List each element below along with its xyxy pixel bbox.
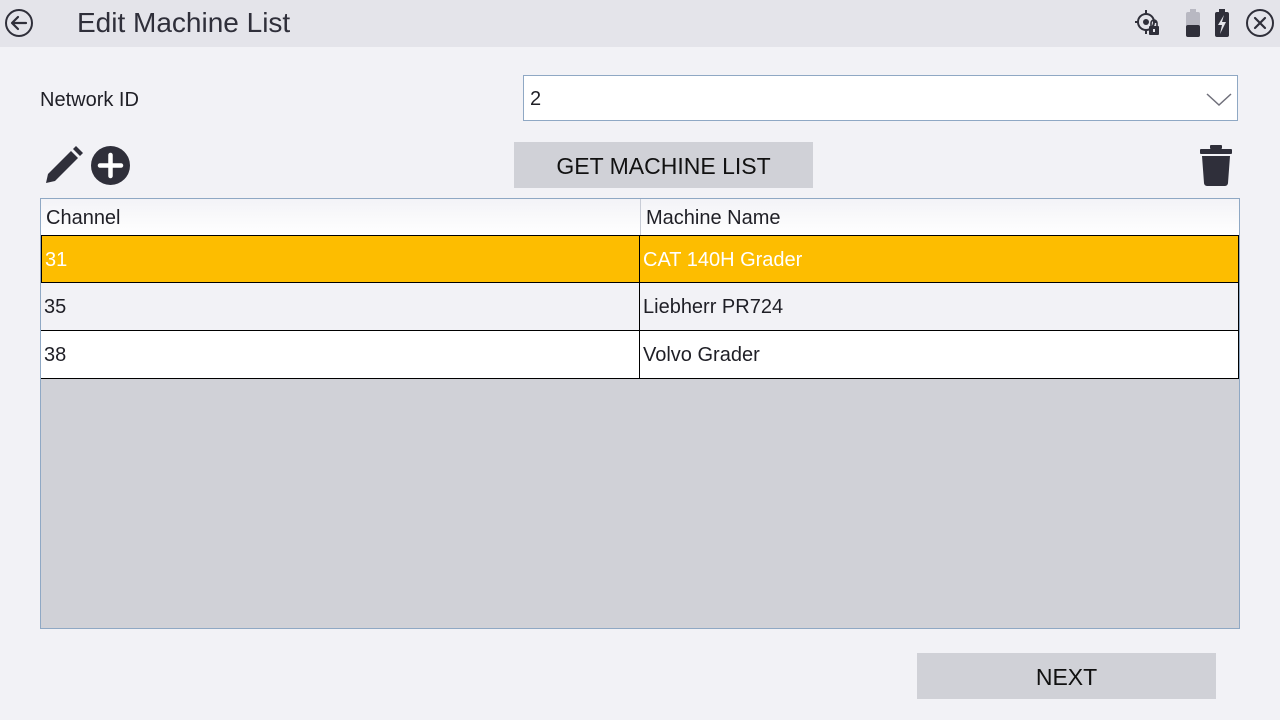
column-header-machine-name[interactable]: Machine Name xyxy=(640,199,1239,235)
gps-lock-icon[interactable] xyxy=(1135,8,1161,38)
network-id-select[interactable]: 2 xyxy=(523,75,1238,121)
machine-name-cell[interactable]: Liebherr PR724 xyxy=(640,283,1239,331)
next-button[interactable]: NEXT xyxy=(917,653,1216,699)
network-id-label: Network ID xyxy=(40,89,139,111)
title-bar: Edit Machine List xyxy=(0,0,1280,47)
machine-name-cell[interactable]: CAT 140H Grader xyxy=(640,235,1239,283)
add-circle-icon[interactable] xyxy=(90,145,131,186)
battery-icon xyxy=(1186,9,1200,37)
channel-cell[interactable]: 31 xyxy=(41,235,640,283)
close-icon[interactable] xyxy=(1245,8,1275,38)
trash-icon[interactable] xyxy=(1199,144,1233,186)
table-row[interactable]: 31 CAT 140H Grader xyxy=(41,235,1239,283)
network-id-value: 2 xyxy=(530,88,542,110)
battery-charging-icon xyxy=(1215,9,1229,37)
machine-name-cell[interactable]: Volvo Grader xyxy=(640,331,1239,379)
back-arrow-icon[interactable] xyxy=(4,8,34,38)
pencil-icon[interactable] xyxy=(42,145,84,187)
column-header-channel[interactable]: Channel xyxy=(41,199,640,235)
get-machine-list-button[interactable]: GET MACHINE LIST xyxy=(514,142,813,188)
table-row[interactable]: 35 Liebherr PR724 xyxy=(41,283,1239,331)
channel-cell[interactable]: 35 xyxy=(41,283,640,331)
page-title: Edit Machine List xyxy=(77,7,291,38)
table-header: Channel Machine Name xyxy=(41,199,1239,235)
machine-table: Channel Machine Name 31 CAT 140H Grader … xyxy=(40,198,1240,629)
chevron-down-icon xyxy=(1206,93,1232,107)
table-row[interactable]: 38 Volvo Grader xyxy=(41,331,1239,379)
channel-cell[interactable]: 38 xyxy=(41,331,640,379)
